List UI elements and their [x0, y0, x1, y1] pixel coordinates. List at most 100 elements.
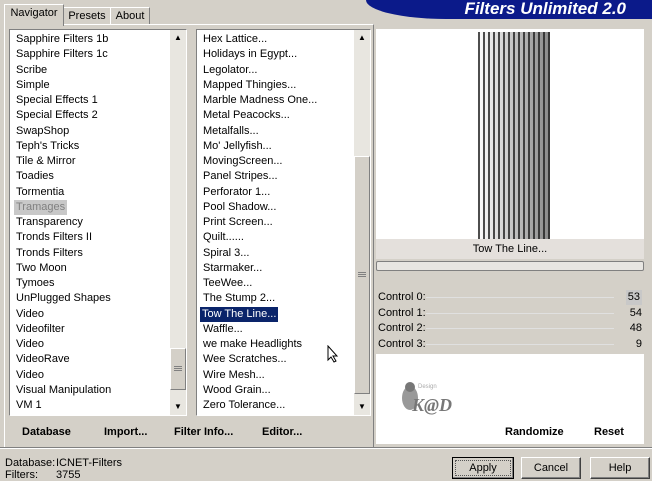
filter-item[interactable]: Wee Scratches... [203, 352, 287, 367]
database-value: ICNET-Filters [56, 457, 122, 469]
category-item[interactable]: Simple [16, 78, 50, 93]
control-slider[interactable] [426, 328, 614, 329]
cancel-button[interactable]: Cancel [521, 457, 581, 479]
filter-item[interactable]: Marble Madness One... [203, 93, 317, 108]
category-item[interactable]: Videofilter [16, 322, 65, 337]
filters-label: Filters: [5, 469, 38, 481]
app-title: Filters Unlimited 2.0 [464, 0, 626, 18]
category-item[interactable]: Tramages [14, 199, 68, 215]
scrollbar-thumb[interactable] [354, 156, 370, 394]
filter-item[interactable]: Quilt...... [203, 230, 244, 245]
database-button[interactable]: Database [22, 425, 71, 440]
preview-slider[interactable] [376, 261, 644, 271]
filter-item[interactable]: Zero Tolerance... [203, 398, 285, 413]
tab-navigator[interactable]: Navigator [4, 4, 64, 26]
filter-item[interactable]: TeeWee... [203, 276, 252, 291]
filter-item[interactable]: Waffle... [203, 322, 243, 337]
kad-watermark-logo: K@D Design [402, 382, 452, 415]
randomize-button[interactable]: Randomize [505, 425, 564, 440]
category-item[interactable]: Scribe [16, 63, 47, 78]
svg-text:K@D: K@D [411, 395, 452, 415]
control-label: Control 2: [378, 322, 426, 334]
reset-button[interactable]: Reset [594, 425, 624, 440]
filter-item[interactable]: MovingScreen... [203, 154, 282, 169]
category-item[interactable]: Video [16, 337, 44, 352]
category-item[interactable]: Tronds Filters II [16, 230, 92, 245]
filter-item[interactable]: we make Headlights [203, 337, 302, 352]
filter-item[interactable]: Spiral 3... [203, 246, 249, 261]
filter-item[interactable]: Mo' Jellyfish... [203, 139, 272, 154]
help-button[interactable]: Help [590, 457, 650, 479]
import-button[interactable]: Import... [104, 425, 147, 440]
category-item[interactable]: VideoRave [16, 352, 70, 367]
control-row[interactable]: Control 3: 9 [376, 337, 644, 352]
category-item[interactable]: Tronds Filters [16, 246, 83, 261]
filter-item[interactable]: Starmaker... [203, 261, 262, 276]
scrollbar-thumb[interactable] [170, 348, 186, 390]
category-item[interactable]: Two Moon [16, 261, 67, 276]
control-label: Control 1: [378, 306, 426, 319]
filter-item[interactable]: Tow The Line... [198, 305, 280, 323]
apply-button[interactable]: Apply [452, 457, 514, 479]
control-row[interactable]: Control 2: 48 [376, 321, 644, 336]
preview-image [477, 32, 550, 239]
category-item[interactable]: Special Effects 1 [16, 93, 98, 108]
category-item[interactable]: UnPlugged Shapes [16, 291, 111, 306]
category-scrollbar[interactable]: ▲ ▼ [170, 30, 186, 415]
category-list[interactable]: VM 1 Visual Manipulation Video VideoRave Vid… [9, 29, 187, 416]
control-value: 48 [629, 322, 642, 334]
title-banner: Filters Unlimited 2.0 [366, 0, 652, 19]
control-slider[interactable] [426, 312, 614, 314]
scroll-down-icon[interactable]: ▼ [354, 399, 370, 415]
category-item[interactable]: Special Effects 2 [16, 108, 98, 123]
tab-about[interactable]: About [110, 7, 150, 25]
category-item[interactable]: SwapShop [16, 124, 69, 139]
scroll-up-icon[interactable]: ▲ [170, 30, 186, 46]
filter-list[interactable]: Zero Tolerance... Wood Grain... Wire Mesh.… [196, 29, 371, 416]
control-row[interactable]: Control 1: 54 [376, 306, 644, 321]
scroll-up-icon[interactable]: ▲ [354, 30, 370, 46]
preview-area [376, 29, 644, 239]
filter-item[interactable]: Panel Stripes... [203, 169, 278, 184]
mouse-cursor-icon [327, 345, 339, 363]
filter-item[interactable]: Metal Peacocks... [203, 108, 290, 123]
filter-scrollbar[interactable]: ▲ ▼ [354, 30, 370, 415]
control-label: Control 0: [378, 291, 426, 303]
filter-item[interactable]: Legolator... [203, 63, 257, 78]
category-item[interactable]: Video [16, 307, 44, 322]
control-value: 9 [635, 337, 642, 350]
filters-count: 3755 [56, 469, 81, 481]
filter-item[interactable]: Pool Shadow... [203, 200, 276, 215]
category-item[interactable]: Tile & Mirror [16, 154, 75, 169]
category-item[interactable]: Transparency [16, 215, 83, 230]
filter-item[interactable]: Print Screen... [203, 215, 273, 230]
tab-presets[interactable]: Presets [63, 7, 111, 25]
filter-item[interactable]: Wire Mesh... [203, 368, 265, 383]
filter-info-button[interactable]: Filter Info... [174, 425, 233, 440]
database-label: Database: [5, 457, 56, 469]
editor-button[interactable]: Editor... [262, 425, 302, 440]
category-item[interactable]: Sapphire Filters 1b [16, 32, 108, 47]
category-item[interactable]: Sapphire Filters 1c [16, 47, 108, 62]
control-row[interactable]: Control 0: 53 [376, 290, 644, 305]
filter-item[interactable]: Holidays in Egypt... [203, 47, 297, 62]
scroll-down-icon[interactable]: ▼ [170, 399, 186, 415]
control-slider[interactable] [426, 297, 614, 298]
filter-item[interactable]: Wood Grain... [203, 383, 271, 398]
filter-item[interactable]: Mapped Thingies... [203, 78, 296, 93]
category-item[interactable]: Toadies [16, 169, 54, 184]
control-value: 53 [625, 290, 642, 305]
category-item[interactable]: Tymoes [16, 276, 55, 291]
category-item[interactable]: Video [16, 368, 44, 383]
control-value: 54 [629, 306, 642, 319]
category-item[interactable]: VM 1 [16, 398, 42, 413]
preview-filter-name: Tow The Line... [376, 239, 644, 259]
category-item[interactable]: Teph's Tricks [16, 139, 79, 154]
filter-item[interactable]: Metalfalls... [203, 124, 259, 139]
category-item[interactable]: Visual Manipulation [16, 383, 111, 398]
category-item[interactable]: Tormentia [16, 185, 64, 200]
filter-item[interactable]: The Stump 2... [203, 291, 275, 306]
filter-item[interactable]: Hex Lattice... [203, 32, 267, 47]
control-slider[interactable] [426, 343, 614, 345]
filter-item[interactable]: Perforator 1... [203, 185, 270, 200]
